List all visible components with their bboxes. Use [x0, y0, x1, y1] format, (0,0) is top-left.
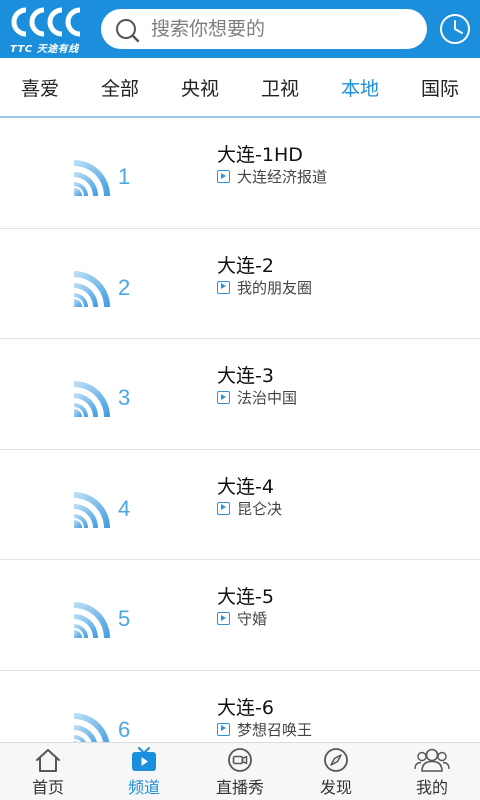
nav-home[interactable]: 首页 [0, 743, 96, 800]
broadcast-signal-icon [74, 712, 110, 742]
channel-row[interactable]: 5 大连-5 守婚 [0, 560, 480, 671]
channel-name: 大连-4 [217, 475, 274, 498]
program-title: 法治中国 [237, 389, 298, 407]
search-box[interactable] [101, 9, 427, 49]
play-icon [217, 280, 230, 294]
channel-list: 1 大连-1HD 大连经济报道 2 大连-2 我的朋友圈 3 大连-3 法治中国… [0, 118, 480, 742]
user-icon [414, 748, 450, 772]
play-icon [217, 501, 230, 515]
home-icon [36, 749, 60, 772]
channel-number: 1 [118, 164, 131, 189]
history-clock-icon[interactable] [438, 12, 472, 46]
channel-number: 5 [118, 606, 131, 631]
bottom-nav: 首页 频道 直播秀 发现 我的 [0, 742, 480, 800]
tv-icon [132, 747, 156, 771]
channel-number: 6 [118, 716, 131, 742]
program-title: 守婚 [237, 610, 268, 628]
nav-live-show[interactable]: 直播秀 [192, 743, 288, 800]
play-icon [217, 391, 230, 404]
channel-name: 大连-3 [217, 365, 274, 387]
channel-number: 2 [118, 274, 131, 300]
current-program: 我的朋友圈 [217, 277, 312, 298]
broadcast-signal-icon [74, 491, 110, 528]
nav-channels[interactable]: 频道 [96, 743, 192, 800]
channel-name: 大连-5 [217, 586, 274, 608]
channel-row[interactable]: 4 大连-4 昆仑决 [0, 449, 480, 560]
tab-all[interactable]: 全部 [80, 58, 160, 116]
play-icon [217, 170, 230, 183]
search-input[interactable] [151, 9, 411, 49]
broadcast-signal-icon [74, 270, 110, 307]
compass-icon [324, 748, 348, 772]
nav-home-label: 首页 [31, 778, 64, 797]
current-program: 大连经济报道 [217, 166, 327, 187]
nav-mine-label: 我的 [415, 778, 448, 797]
category-tabs: 喜爱 全部 央视 卫视 本地 国际 [0, 58, 480, 118]
nav-discover[interactable]: 发现 [288, 743, 384, 800]
nav-discover-label: 发现 [319, 778, 352, 797]
channel-name: 大连-2 [217, 254, 274, 277]
current-program: 梦想召唤王 [217, 719, 312, 740]
channel-row[interactable]: 3 大连-3 法治中国 [0, 339, 480, 450]
tab-satellite[interactable]: 卫视 [240, 58, 320, 116]
tab-local[interactable]: 本地 [320, 58, 400, 116]
program-title: 我的朋友圈 [237, 278, 313, 297]
logo-text: TTC 天途有线 [10, 44, 79, 55]
broadcast-signal-icon [74, 160, 110, 196]
camera-icon [228, 748, 252, 772]
channel-number: 4 [118, 495, 131, 521]
nav-channels-label: 频道 [127, 778, 160, 797]
tab-favorites[interactable]: 喜爱 [0, 58, 80, 116]
logo-rings-icon [11, 7, 81, 37]
tab-international[interactable]: 国际 [400, 58, 480, 116]
program-title: 梦想召唤王 [237, 720, 313, 739]
program-title: 昆仑决 [237, 499, 283, 518]
channel-row[interactable]: 2 大连-2 我的朋友圈 [0, 228, 480, 339]
app-screen: TTC 天途有线 喜爱 全部 央视 卫视 本地 国际 [0, 0, 480, 800]
channel-row[interactable]: 6 大连-6 梦想召唤王 [0, 670, 480, 742]
channel-number: 3 [118, 385, 131, 410]
broadcast-signal-icon [74, 602, 110, 638]
current-program: 守婚 [217, 608, 267, 629]
channel-name: 大连-6 [217, 696, 274, 719]
ttc-logo[interactable]: TTC 天途有线 [10, 4, 92, 55]
search-icon [116, 19, 140, 43]
program-title: 大连经济报道 [237, 168, 328, 186]
play-icon [217, 612, 230, 625]
channel-name: 大连-1HD [217, 144, 303, 166]
top-bar: TTC 天途有线 [0, 0, 480, 58]
broadcast-signal-icon [74, 381, 110, 417]
current-program: 昆仑决 [217, 498, 282, 519]
nav-mine[interactable]: 我的 [384, 743, 480, 800]
current-program: 法治中国 [217, 387, 297, 408]
channel-row[interactable]: 1 大连-1HD 大连经济报道 [0, 118, 480, 229]
tab-cctv[interactable]: 央视 [160, 58, 240, 116]
nav-live-show-label: 直播秀 [215, 778, 264, 797]
play-icon [217, 722, 230, 736]
